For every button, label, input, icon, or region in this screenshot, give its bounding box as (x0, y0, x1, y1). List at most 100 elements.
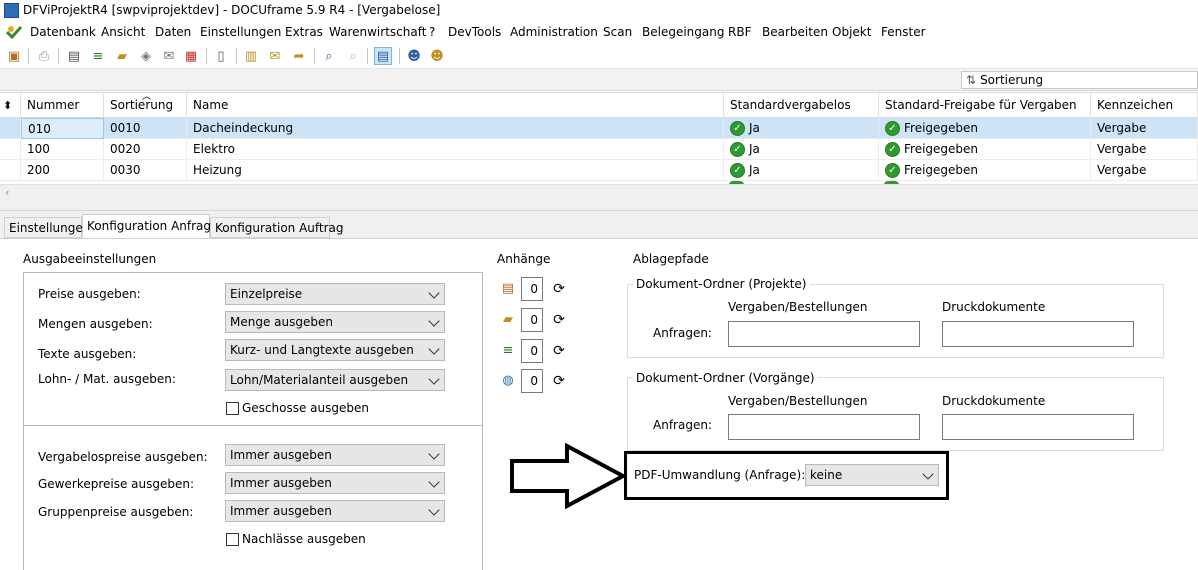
menu-belegeingang[interactable]: Belegeingang (642, 25, 724, 39)
menu-bearbeiten[interactable]: Bearbeiten (762, 25, 828, 39)
menu-help[interactable]: ? (429, 25, 435, 39)
pdf-select[interactable]: keine (805, 464, 939, 486)
projekte-vergaben-input[interactable] (728, 321, 920, 347)
column-header-name[interactable]: Name (187, 93, 724, 118)
check-icon: ✓ (885, 141, 900, 157)
refresh-icon[interactable]: ⟳ (551, 343, 567, 359)
calendar-icon[interactable]: ▦ (182, 47, 200, 65)
refresh-icon[interactable]: ⟳ (551, 281, 567, 297)
cell-kennzeichen[interactable]: Vergabe (1091, 139, 1198, 160)
menu-devtools[interactable]: DevTools (448, 25, 501, 39)
envelope-open-icon[interactable]: ✉ (266, 47, 284, 65)
detail-view-icon[interactable]: ▤ (374, 47, 392, 65)
vorgaenge-druck-input[interactable] (942, 414, 1134, 440)
search-icon[interactable]: ⌕ (320, 47, 338, 65)
cell-standardvergabelos[interactable]: ✓ Ja (724, 139, 879, 160)
cell-freigabe[interactable]: ✓ Freigegeben (879, 160, 1091, 181)
cell-sortierung[interactable]: 0030 (104, 160, 187, 181)
column-header-standard-freigabe[interactable]: Standard-Freigabe für Vergaben (879, 93, 1091, 118)
mengen-select[interactable]: Menge ausgeben (225, 311, 445, 333)
menu-objekt[interactable]: Objekt (832, 25, 871, 39)
lohn-select[interactable]: Lohn/Materialanteil ausgeben (225, 369, 445, 391)
phone-icon[interactable]: ▯ (212, 47, 230, 65)
folder-arrow-icon[interactable]: ➦ (290, 47, 308, 65)
cell-kennzeichen[interactable]: Vergabe (1091, 118, 1198, 139)
splitter[interactable] (0, 201, 1198, 211)
gewerk-label: Gewerkepreise ausgeben: (38, 477, 195, 491)
column-header-sortierung[interactable]: Sortierung ︿ (104, 92, 187, 118)
cell-nummer[interactable]: 100 (21, 139, 104, 160)
gewerk-select[interactable]: Immer ausgeben (225, 472, 445, 494)
cell-freigabe[interactable]: ✓ Freigegeben (879, 118, 1091, 139)
gruppen-select[interactable]: Immer ausgeben (225, 500, 445, 522)
table-row[interactable]: 010 0010 Dacheindeckung ✓ Ja ✓ Freigegeben… (0, 118, 1198, 139)
geschosse-checkbox[interactable] (226, 402, 239, 415)
cell-kennzeichen[interactable]: Vergabe (1091, 160, 1198, 181)
menu-daten[interactable]: Daten (155, 25, 191, 39)
tag-icon[interactable]: ◈ (137, 47, 155, 65)
search-disabled-icon[interactable]: ⌕ (344, 47, 362, 65)
menu-ansicht[interactable]: Ansicht (101, 25, 145, 39)
column-header-standardvergabelos[interactable]: Standardvergabelos (724, 93, 879, 118)
menu-einstellungen[interactable]: Einstellungen (200, 25, 281, 39)
anhang-count-4[interactable]: 0 (521, 369, 543, 393)
mail-icon[interactable]: ✉ (160, 47, 178, 65)
menu-fenster[interactable]: Fenster (881, 25, 926, 39)
users-icon[interactable]: ☻ (428, 47, 446, 65)
anhang-count-1[interactable]: 0 (521, 277, 543, 301)
print-icon[interactable]: ⎙ (35, 47, 53, 65)
cell-sortierung[interactable]: 0020 (104, 139, 187, 160)
anhang-count-2[interactable]: 0 (521, 308, 543, 332)
gewerk-select-value: Immer ausgeben (230, 476, 332, 490)
app-logo-icon[interactable] (6, 25, 22, 39)
tab-konfiguration-anfrage[interactable]: Konfiguration Anfrage (82, 214, 218, 238)
refresh-icon[interactable]: ⟳ (551, 312, 567, 328)
cell-nummer[interactable]: 200 (21, 160, 104, 181)
preise-select[interactable]: Einzelpreise (225, 283, 445, 305)
tab-konfiguration-auftrag[interactable]: Konfiguration Auftrag (210, 217, 344, 238)
cell-nummer[interactable]: 010 (21, 118, 104, 139)
cell-standardvergabelos[interactable]: ✓ Ja (724, 118, 879, 139)
toolbar-separator (236, 48, 237, 64)
menu-administration[interactable]: Administration (510, 25, 598, 39)
cell-freigabe[interactable]: ✓ Freigegeben (879, 139, 1091, 160)
nachlaesse-checkbox[interactable] (226, 533, 239, 546)
document-icon[interactable]: ▥ (242, 47, 260, 65)
card-icon[interactable]: ▤ (65, 47, 83, 65)
menu-extras[interactable]: Extras (285, 25, 323, 39)
chevron-down-icon (428, 315, 440, 327)
table-row[interactable]: 100 0020 Elektro ✓ Ja ✓ Freigegeben Vergab… (0, 139, 1198, 160)
projekte-druck-input[interactable] (942, 321, 1134, 347)
user-icon[interactable]: ☻ (405, 47, 423, 65)
anhang-count-3[interactable]: 0 (521, 339, 543, 363)
ablage-title: Ablagepfade (633, 252, 709, 266)
cell-name[interactable]: Heizung (187, 160, 724, 181)
gruppen-label: Gruppenpreise ausgeben: (38, 505, 194, 519)
scroll-left-icon[interactable]: ‹ (5, 186, 9, 199)
cell-name[interactable]: Elektro (187, 139, 724, 160)
check-icon: ✓ (730, 120, 745, 136)
menu-warenwirtschaft[interactable]: Warenwirtschaft (329, 25, 426, 39)
cell-name[interactable]: Dacheindeckung (187, 118, 724, 139)
sort-button[interactable]: ⇅ Sortierung (961, 71, 1198, 89)
row-selector-header[interactable]: ⬍ (0, 93, 21, 118)
menu-scan[interactable]: Scan (603, 25, 632, 39)
toolbar: ▣ ⎙ ▤ ≡ ▰ ◈ ✉ ▦ ▯ ▥ ✉ ➦ ⌕ ⌕ ▤ ☻ ☻ (0, 43, 1198, 69)
tab-einstellungen[interactable]: Einstellungen (4, 217, 90, 238)
menu-rbf[interactable]: RBF (728, 25, 751, 39)
open-icon[interactable]: ▣ (5, 47, 23, 65)
column-header-nummer[interactable]: Nummer (21, 93, 104, 118)
folder-icon[interactable]: ▰ (113, 47, 131, 65)
texte-select[interactable]: Kurz- und Langtexte ausgeben (225, 339, 445, 361)
refresh-icon[interactable]: ⟳ (551, 373, 567, 389)
list-icon[interactable]: ≡ (89, 47, 107, 65)
table-row[interactable]: 200 0030 Heizung ✓ Ja ✓ Freigegeben Vergab… (0, 160, 1198, 181)
menu-datenbank[interactable]: Datenbank (30, 25, 96, 39)
cell-sortierung[interactable]: 0010 (104, 118, 187, 139)
vorgaenge-vergaben-input[interactable] (728, 414, 920, 440)
cell-standardvergabelos[interactable]: ✓ Ja (724, 160, 879, 181)
column-header-kennzeichen[interactable]: Kennzeichen (1091, 93, 1198, 118)
horizontal-scrollbar[interactable]: ‹ (0, 184, 1198, 201)
menu-bar: Datenbank Ansicht Daten Einstellungen Ex… (0, 22, 1198, 43)
vergabelos-select[interactable]: Immer ausgeben (225, 444, 445, 466)
